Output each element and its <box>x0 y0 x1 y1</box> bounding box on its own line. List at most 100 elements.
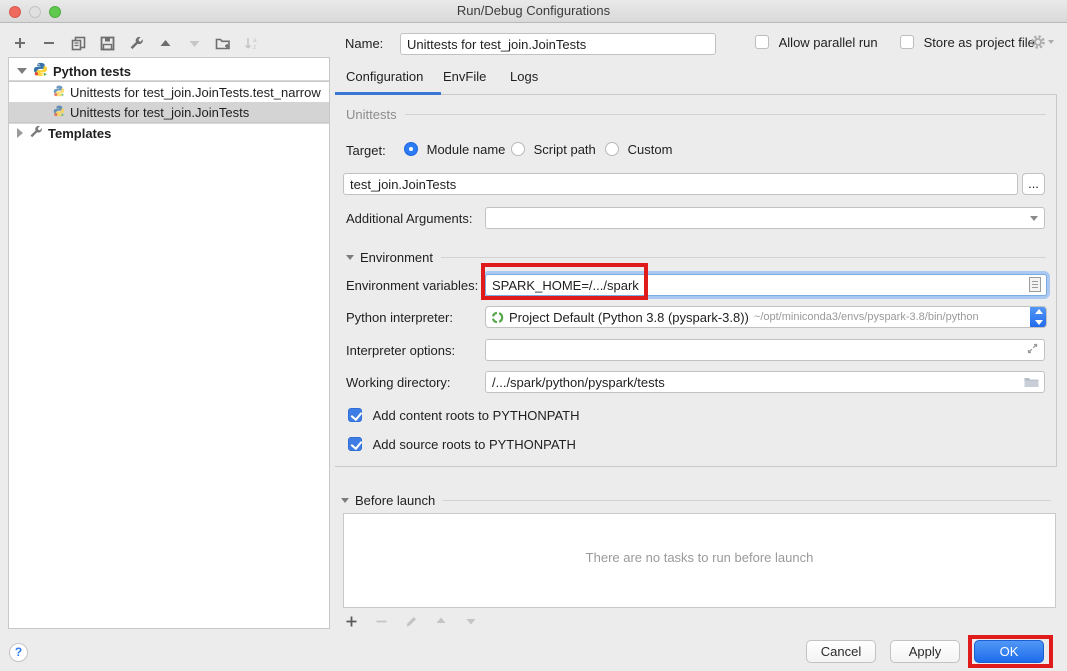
checkbox-checked-icon[interactable] <box>348 408 362 422</box>
select-stepper-icon[interactable] <box>1030 306 1047 328</box>
python-interpreter-label: Python interpreter: <box>346 310 453 325</box>
tab-logs[interactable]: Logs <box>510 69 538 84</box>
name-label: Name: <box>345 36 383 51</box>
collapse-triangle-icon[interactable] <box>346 255 354 260</box>
save-configuration-icon[interactable] <box>99 35 115 51</box>
working-directory-label: Working directory: <box>346 375 451 390</box>
store-as-project-file-checkbox[interactable]: Store as project file <box>900 35 1035 50</box>
python-interpreter-value: Project Default (Python 3.8 (pyspark-3.8… <box>509 310 749 325</box>
annotation-box-ok-button <box>968 635 1053 668</box>
window-title: Run/Debug Configurations <box>0 3 1067 18</box>
tree-item-label: Unittests for test_join.JoinTests <box>70 105 249 120</box>
configuration-form: Unittests Target: Module name Script pat… <box>335 94 1057 467</box>
python-interpreter-path: ~/opt/miniconda3/envs/pyspark-3.8/bin/py… <box>754 311 979 323</box>
tab-bar: Configuration EnvFile Logs <box>335 69 1067 93</box>
apply-button[interactable]: Apply <box>890 640 960 663</box>
python-test-icon <box>53 85 65 100</box>
radio-script-path-label: Script path <box>534 142 596 157</box>
conda-env-icon <box>491 311 504 324</box>
additional-arguments-label: Additional Arguments: <box>346 211 472 226</box>
add-configuration-icon[interactable] <box>12 35 28 51</box>
tree-children-group: Unittests for test_join.JoinTests.test_n… <box>9 81 329 123</box>
name-input[interactable] <box>400 33 716 55</box>
add-content-roots-checkbox[interactable]: Add content roots to PYTHONPATH <box>348 408 580 423</box>
move-task-up-icon[interactable] <box>433 613 449 629</box>
edit-variables-icon[interactable] <box>1029 277 1041 292</box>
chevron-down-icon[interactable] <box>17 68 27 74</box>
before-launch-empty-text: There are no tasks to run before launch <box>344 550 1055 565</box>
before-launch-toolbar <box>343 613 479 629</box>
store-as-project-file-label: Store as project file <box>924 35 1035 50</box>
checkbox-icon[interactable] <box>900 35 914 49</box>
annotation-box-env-variables <box>481 263 648 300</box>
move-up-icon[interactable] <box>157 35 173 51</box>
before-launch-title: Before launch <box>355 493 435 508</box>
tree-item-label: Python tests <box>53 64 131 79</box>
before-launch-task-list: There are no tasks to run before launch <box>343 513 1056 608</box>
checkbox-icon[interactable] <box>755 35 769 49</box>
additional-arguments-input[interactable] <box>485 207 1045 229</box>
edit-task-icon[interactable] <box>403 613 419 629</box>
radio-icon[interactable] <box>511 142 525 156</box>
expand-field-icon[interactable] <box>1026 342 1039 355</box>
create-folder-icon[interactable] <box>215 35 231 51</box>
tree-item-label: Templates <box>48 126 111 141</box>
radio-icon[interactable] <box>404 142 418 156</box>
add-task-icon[interactable] <box>343 613 359 629</box>
working-directory-input[interactable] <box>485 371 1045 393</box>
collapse-triangle-icon[interactable] <box>341 498 349 503</box>
radio-custom[interactable]: Custom <box>605 142 672 157</box>
browse-target-button[interactable]: ... <box>1022 173 1045 195</box>
tab-configuration[interactable]: Configuration <box>346 69 423 84</box>
unittests-group-header: Unittests <box>346 107 1046 122</box>
folder-icon[interactable] <box>1024 376 1039 388</box>
help-button[interactable]: ? <box>9 643 28 662</box>
environment-group-title: Environment <box>360 250 433 265</box>
add-source-roots-label: Add source roots to PYTHONPATH <box>373 437 576 452</box>
tree-item-label: Unittests for test_join.JoinTests.test_n… <box>70 85 321 100</box>
copy-configuration-icon[interactable] <box>70 35 86 51</box>
environment-group-header: Environment <box>346 250 1046 265</box>
target-input[interactable] <box>343 173 1018 195</box>
radio-module-name[interactable]: Module name <box>404 142 505 157</box>
configurations-toolbar: az <box>12 33 260 53</box>
interpreter-options-label: Interpreter options: <box>346 343 455 358</box>
chevron-right-icon[interactable] <box>17 128 23 138</box>
title-bar: Run/Debug Configurations <box>0 0 1067 23</box>
python-icon <box>33 62 48 80</box>
chevron-down-icon[interactable] <box>1030 216 1038 221</box>
target-label: Target: <box>346 143 386 158</box>
configurations-tree: Python tests Unittests for test_join.Joi… <box>8 57 330 629</box>
tree-item-python-tests[interactable]: Python tests <box>9 61 329 81</box>
environment-variables-label: Environment variables: <box>346 278 478 293</box>
edit-templates-icon[interactable] <box>128 35 144 51</box>
svg-text:z: z <box>253 44 256 51</box>
allow-parallel-run-label: Allow parallel run <box>779 35 878 50</box>
add-source-roots-checkbox[interactable]: Add source roots to PYTHONPATH <box>348 437 576 452</box>
cancel-button[interactable]: Cancel <box>806 640 876 663</box>
tree-item-test-narrow[interactable]: Unittests for test_join.JoinTests.test_n… <box>9 82 329 102</box>
tree-item-jointests-selected[interactable]: Unittests for test_join.JoinTests <box>9 102 329 122</box>
interpreter-options-input[interactable] <box>485 339 1045 361</box>
radio-icon[interactable] <box>605 142 619 156</box>
remove-task-icon[interactable] <box>373 613 389 629</box>
radio-custom-label: Custom <box>628 142 673 157</box>
remove-configuration-icon[interactable] <box>41 35 57 51</box>
active-tab-indicator <box>335 92 441 95</box>
checkbox-checked-icon[interactable] <box>348 437 362 451</box>
radio-script-path[interactable]: Script path <box>511 142 596 157</box>
gear-icon[interactable] <box>1030 34 1054 50</box>
before-launch-header: Before launch <box>341 493 1051 508</box>
move-down-icon[interactable] <box>186 35 202 51</box>
wrench-icon <box>29 125 43 142</box>
radio-module-name-label: Module name <box>427 142 506 157</box>
python-interpreter-select[interactable]: Project Default (Python 3.8 (pyspark-3.8… <box>485 306 1047 328</box>
tab-envfile[interactable]: EnvFile <box>443 69 486 84</box>
tree-item-templates[interactable]: Templates <box>9 123 329 143</box>
python-test-icon <box>53 105 65 120</box>
svg-text:a: a <box>253 37 257 44</box>
add-content-roots-label: Add content roots to PYTHONPATH <box>373 408 580 423</box>
sort-configurations-icon[interactable]: az <box>244 35 260 51</box>
allow-parallel-run-checkbox[interactable]: Allow parallel run <box>755 35 878 50</box>
move-task-down-icon[interactable] <box>463 613 479 629</box>
